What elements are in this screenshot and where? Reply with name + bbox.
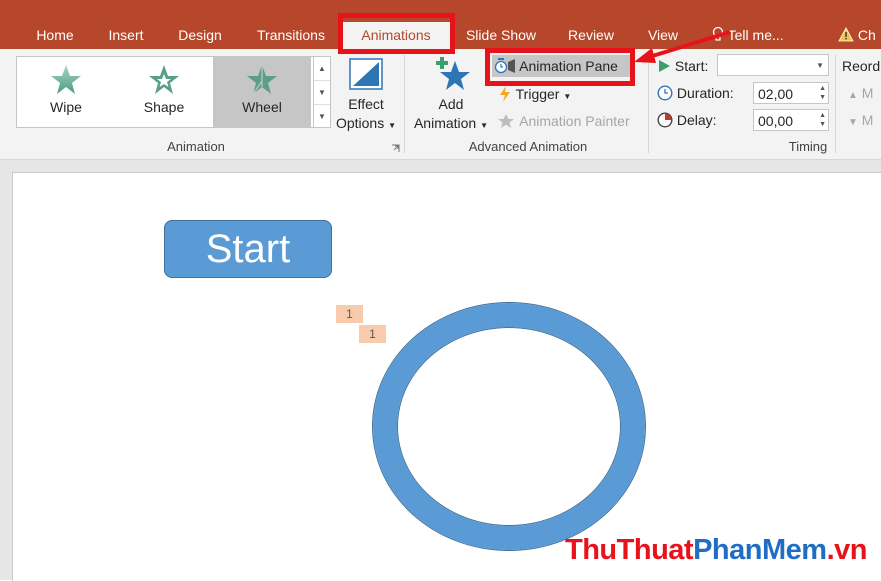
effect-shape[interactable]: Shape [115, 57, 213, 127]
group-separator [404, 55, 405, 153]
dropdown-icon: ▼ [563, 92, 572, 101]
effect-options-line2: Options [335, 115, 385, 131]
add-animation-line2: Animation [413, 115, 477, 131]
animation-group-label: Animation [167, 139, 225, 154]
share-button[interactable]: Ch [838, 22, 876, 49]
move-earlier-label: M [861, 85, 874, 101]
trigger-button[interactable]: Trigger ▼ [498, 83, 571, 105]
gallery-more-icon[interactable]: ▼ [314, 105, 330, 128]
move-later-label: M [861, 112, 874, 128]
reorder-label: Reord [842, 58, 881, 74]
delay-clock-icon [657, 112, 673, 128]
animation-painter-button[interactable]: Animation Painter [496, 110, 630, 132]
gallery-up-icon[interactable]: ▲ [314, 57, 330, 81]
group-separator [648, 55, 649, 153]
effect-options-button[interactable]: Effect Options ▼ [334, 57, 398, 135]
effect-wheel-label: Wheel [242, 99, 282, 115]
gallery-down-icon[interactable]: ▼ [314, 81, 330, 105]
tab-review[interactable]: Review [559, 22, 623, 49]
shape-star-icon [149, 65, 179, 94]
ribbon: Wipe Shape Wheel ▲ ▼ ▼ Effect Options ▼ … [0, 49, 881, 160]
chevron-down-icon: ▼ [816, 61, 824, 70]
start-shape[interactable]: Start [164, 220, 332, 278]
gallery-scroller[interactable]: ▲ ▼ ▼ [313, 56, 331, 128]
highlight-animation-pane [485, 48, 635, 86]
dialog-launcher-icon[interactable] [391, 144, 400, 153]
highlight-animations-tab [338, 13, 455, 54]
up-arrow-icon: ▲ [848, 90, 858, 101]
tab-home[interactable]: Home [26, 22, 84, 49]
effect-shape-label: Shape [143, 99, 185, 115]
effect-options-icon [349, 58, 383, 90]
animation-tag[interactable]: 1 [336, 305, 363, 323]
effect-options-line1: Effect [348, 96, 384, 112]
lightning-icon [500, 86, 510, 102]
tab-slide-show[interactable]: Slide Show [458, 22, 544, 49]
watermark-part3: .vn [826, 534, 868, 566]
watermark: ThuThuatPhanMem.vn [565, 534, 867, 567]
tell-me-text: Tell me... [727, 27, 784, 43]
effect-wipe[interactable]: Wipe [17, 57, 115, 127]
wheel-star-icon [247, 65, 277, 95]
animation-painter-label: Animation Painter [519, 113, 630, 129]
tab-transitions[interactable]: Transitions [246, 22, 336, 49]
add-animation-button[interactable]: Add Animation ▼ [410, 55, 492, 135]
warning-icon [838, 27, 854, 42]
watermark-part1: ThuThuat [565, 534, 694, 566]
animation-painter-icon [498, 114, 514, 128]
dropdown-icon: ▼ [388, 121, 397, 130]
effect-wipe-label: Wipe [50, 99, 82, 115]
effect-wheel[interactable]: Wheel [213, 57, 311, 127]
red-arrow-icon [634, 30, 731, 63]
move-later-button[interactable]: ▼ M [848, 109, 873, 131]
tab-design[interactable]: Design [168, 22, 232, 49]
share-label: Ch [857, 27, 876, 43]
delay-field[interactable]: 00,00 ▲ ▼ [753, 109, 829, 131]
dropdown-icon: ▼ [480, 121, 489, 130]
watermark-part2: PhanMem [693, 534, 827, 566]
delay-label-row: Delay: [657, 109, 717, 131]
donut-shape[interactable] [373, 303, 645, 550]
animation-tag[interactable]: 1 [359, 325, 386, 343]
duration-label: Duration: [676, 85, 734, 101]
move-earlier-button[interactable]: ▲ M [848, 82, 873, 104]
down-arrow-icon: ▼ [848, 117, 858, 128]
duration-value: 02,00 [758, 86, 794, 102]
delay-spinner[interactable]: ▲ ▼ [819, 111, 826, 129]
timing-group-label: Timing [788, 139, 828, 154]
duration-field[interactable]: 02,00 ▲ ▼ [753, 82, 829, 104]
tab-insert[interactable]: Insert [98, 22, 154, 49]
duration-spinner[interactable]: ▲ ▼ [819, 84, 826, 102]
animation-gallery: Wipe Shape Wheel [16, 56, 314, 128]
delay-label: Delay: [676, 112, 717, 128]
advanced-animation-group-label: Advanced Animation [468, 139, 588, 154]
clock-icon [657, 85, 673, 101]
delay-value: 00,00 [758, 113, 794, 129]
wipe-star-icon [51, 65, 81, 94]
add-animation-star-icon [436, 57, 470, 90]
duration-label-row: Duration: [657, 82, 734, 104]
add-animation-line1: Add [438, 96, 464, 112]
trigger-label: Trigger [515, 86, 560, 102]
